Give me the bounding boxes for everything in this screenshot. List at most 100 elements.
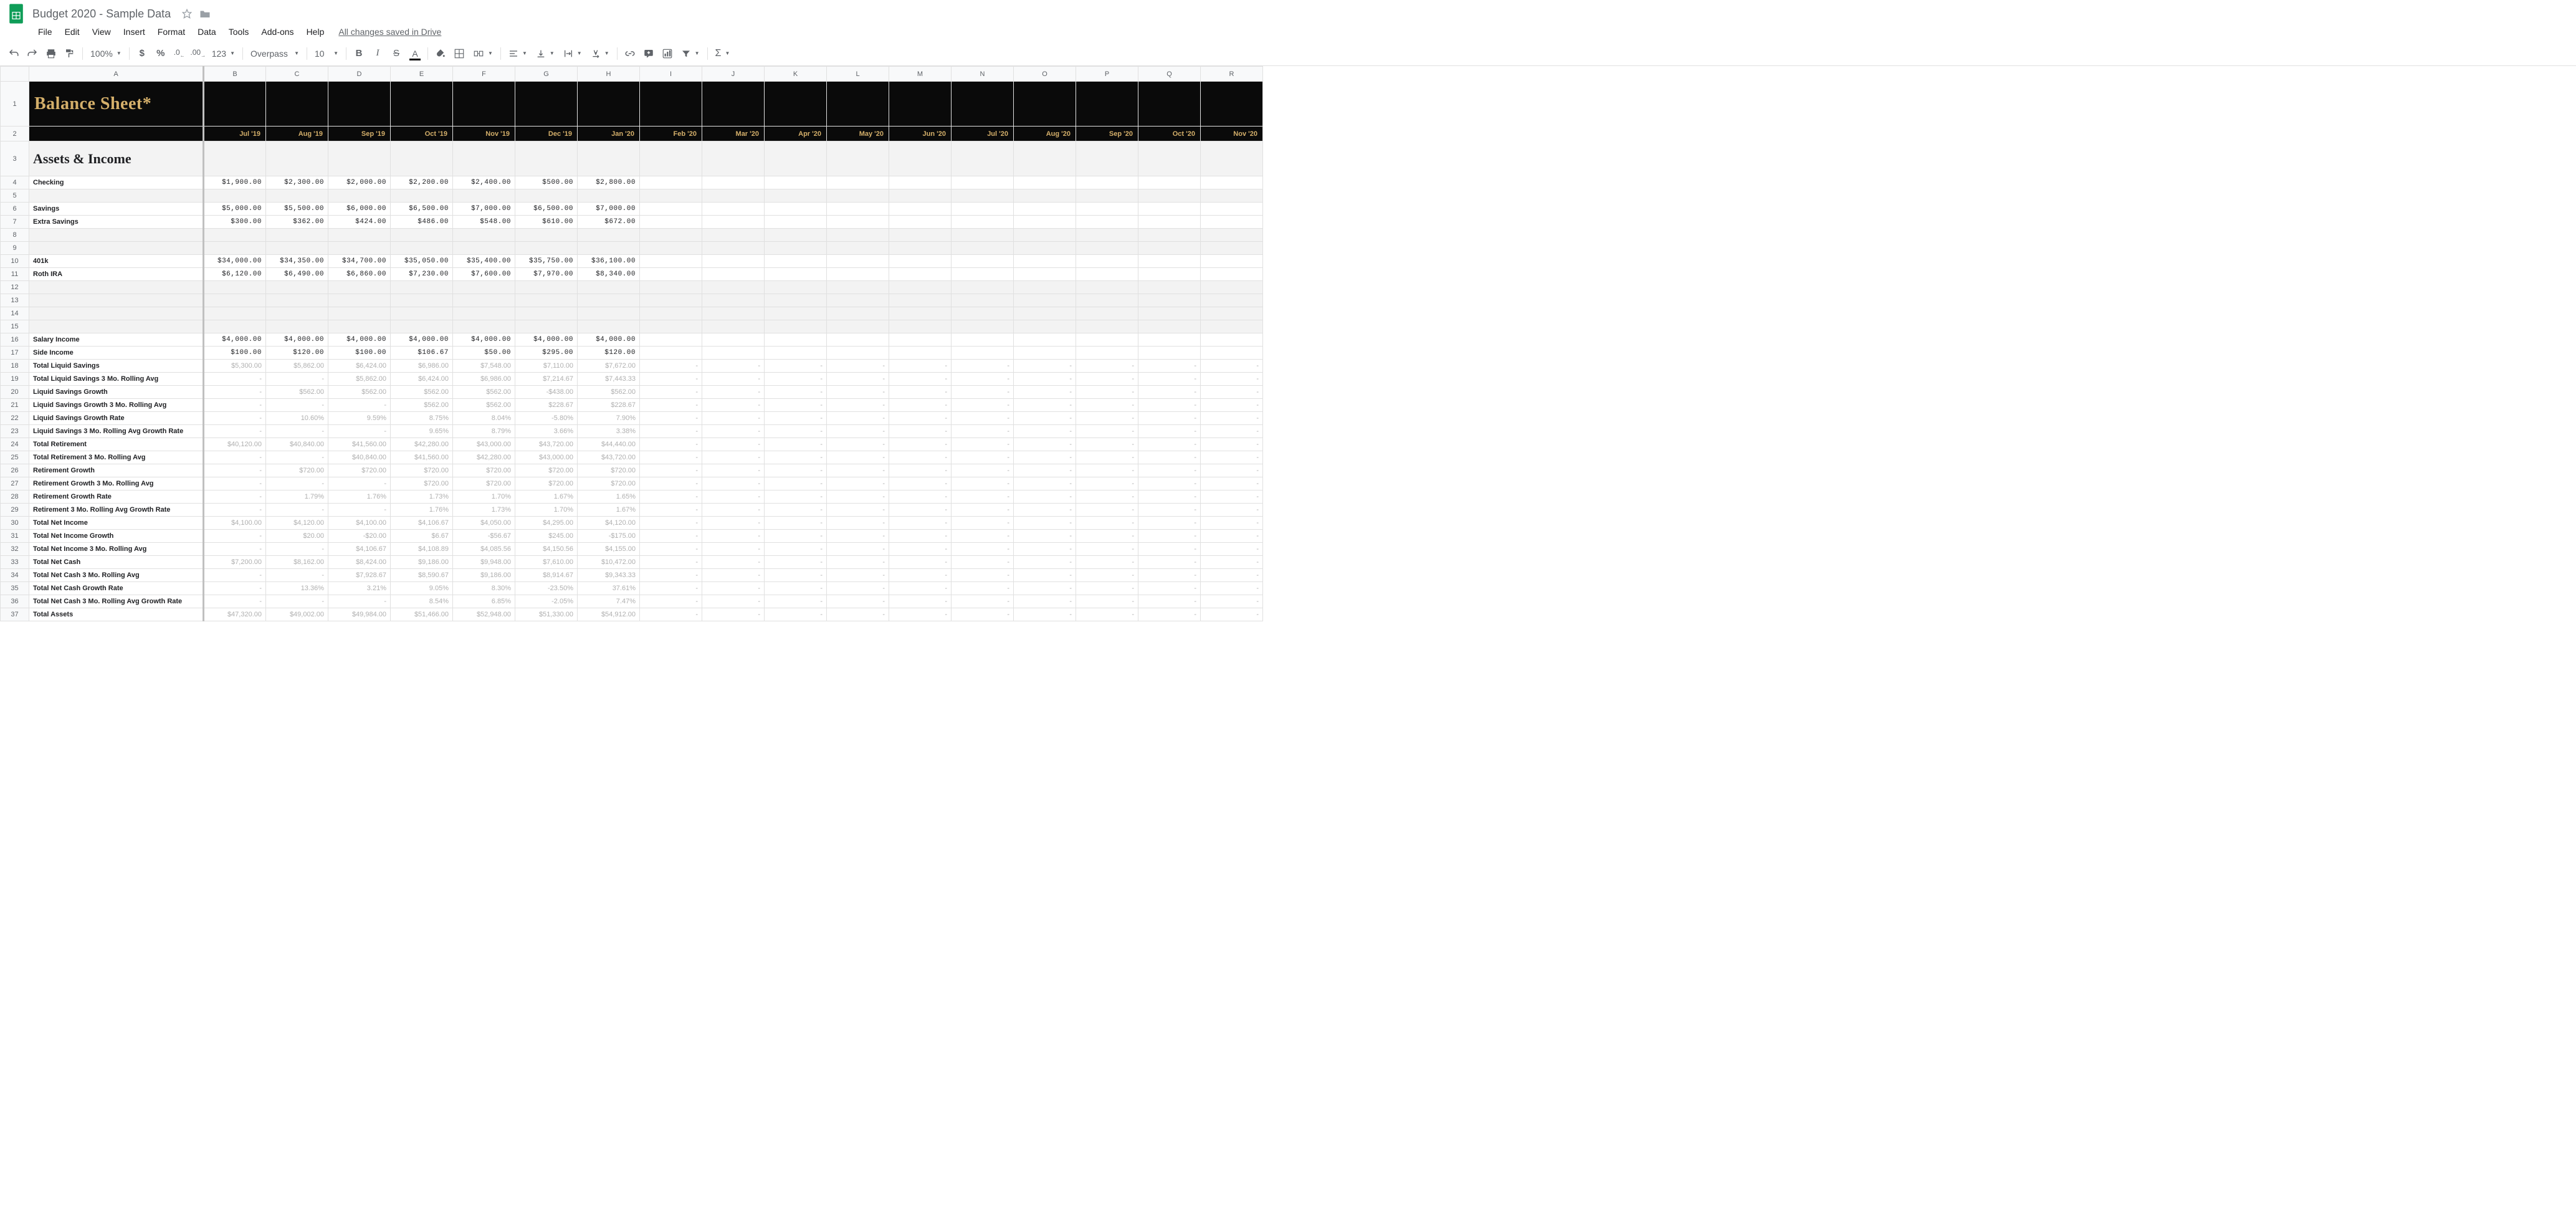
data-cell[interactable]: $5,000.00 (204, 203, 266, 216)
data-cell[interactable]: 3.38% (578, 425, 640, 438)
data-cell[interactable]: $5,862.00 (328, 373, 391, 386)
data-cell[interactable]: - (1014, 556, 1076, 569)
data-cell[interactable]: $720.00 (453, 477, 515, 490)
data-cell[interactable]: 37.61% (578, 582, 640, 595)
data-cell[interactable] (765, 176, 827, 189)
data-cell[interactable]: - (1014, 464, 1076, 477)
column-header-Q[interactable]: Q (1138, 67, 1201, 82)
data-cell[interactable]: - (1076, 582, 1138, 595)
data-cell[interactable]: 8.75% (391, 412, 453, 425)
data-cell[interactable]: - (1076, 412, 1138, 425)
data-cell[interactable]: - (1138, 595, 1201, 608)
data-cell[interactable]: $4,120.00 (266, 517, 328, 530)
data-cell[interactable]: 9.59% (328, 412, 391, 425)
column-header-O[interactable]: O (1014, 67, 1076, 82)
cell[interactable] (204, 281, 266, 294)
data-cell[interactable] (827, 333, 889, 347)
data-cell[interactable]: - (640, 386, 702, 399)
data-cell[interactable]: - (702, 399, 765, 412)
cell[interactable] (889, 189, 952, 203)
data-cell[interactable]: -$56.67 (453, 530, 515, 543)
data-cell[interactable]: - (1076, 517, 1138, 530)
data-cell[interactable]: - (952, 530, 1014, 543)
data-cell[interactable]: $42,280.00 (391, 438, 453, 451)
data-cell[interactable]: - (765, 556, 827, 569)
cell[interactable] (515, 281, 578, 294)
cell[interactable] (765, 281, 827, 294)
cell[interactable] (515, 242, 578, 255)
font-size-select[interactable]: 10▼ (311, 49, 342, 59)
data-cell[interactable]: $7,110.00 (515, 360, 578, 373)
cell[interactable] (1138, 281, 1201, 294)
document-title[interactable]: Budget 2020 - Sample Data (32, 7, 171, 21)
row-label-cell[interactable]: Total Net Income (29, 517, 204, 530)
data-cell[interactable]: - (1201, 556, 1263, 569)
data-cell[interactable]: $120.00 (266, 347, 328, 360)
data-cell[interactable] (1138, 203, 1201, 216)
data-cell[interactable]: - (1201, 530, 1263, 543)
data-cell[interactable] (889, 216, 952, 229)
data-cell[interactable]: - (204, 504, 266, 517)
data-cell[interactable]: - (640, 530, 702, 543)
data-cell[interactable]: - (1014, 412, 1076, 425)
horizontal-align-button[interactable]: ▼ (505, 49, 531, 59)
month-header-cell[interactable]: Aug '19 (266, 127, 328, 141)
data-cell[interactable]: $9,948.00 (453, 556, 515, 569)
cell[interactable] (266, 242, 328, 255)
row-label-cell[interactable]: Savings (29, 203, 204, 216)
cell[interactable] (765, 229, 827, 242)
cell[interactable] (453, 189, 515, 203)
data-cell[interactable]: - (204, 595, 266, 608)
data-cell[interactable]: $36,100.00 (578, 255, 640, 268)
row-header-33[interactable]: 33 (1, 556, 29, 569)
data-cell[interactable]: - (1014, 608, 1076, 621)
data-cell[interactable]: - (1201, 504, 1263, 517)
data-cell[interactable]: $7,928.67 (328, 569, 391, 582)
cell[interactable] (266, 307, 328, 320)
cell[interactable] (578, 307, 640, 320)
data-cell[interactable]: - (1201, 425, 1263, 438)
data-cell[interactable]: - (765, 477, 827, 490)
data-cell[interactable]: - (640, 399, 702, 412)
menu-data[interactable]: Data (192, 24, 222, 39)
data-cell[interactable]: - (1014, 569, 1076, 582)
row-header-4[interactable]: 4 (1, 176, 29, 189)
row-label-cell[interactable]: Retirement Growth 3 Mo. Rolling Avg (29, 477, 204, 490)
cell[interactable] (328, 82, 391, 127)
cell[interactable] (1076, 294, 1138, 307)
data-cell[interactable]: 1.76% (328, 490, 391, 504)
cell[interactable] (827, 320, 889, 333)
cell[interactable] (702, 242, 765, 255)
data-cell[interactable]: $562.00 (453, 399, 515, 412)
data-cell[interactable]: $228.67 (515, 399, 578, 412)
data-cell[interactable] (827, 176, 889, 189)
data-cell[interactable]: -$175.00 (578, 530, 640, 543)
data-cell[interactable] (952, 203, 1014, 216)
data-cell[interactable]: $4,106.67 (328, 543, 391, 556)
data-cell[interactable]: - (1076, 399, 1138, 412)
data-cell[interactable]: - (952, 517, 1014, 530)
data-cell[interactable]: - (827, 595, 889, 608)
data-cell[interactable]: - (1201, 360, 1263, 373)
cell[interactable] (952, 229, 1014, 242)
data-cell[interactable]: - (827, 399, 889, 412)
data-cell[interactable]: - (1201, 451, 1263, 464)
data-cell[interactable]: - (702, 412, 765, 425)
menu-help[interactable]: Help (301, 24, 330, 39)
data-cell[interactable] (640, 176, 702, 189)
row-header-27[interactable]: 27 (1, 477, 29, 490)
data-cell[interactable]: $500.00 (515, 176, 578, 189)
data-cell[interactable] (1076, 333, 1138, 347)
data-cell[interactable]: - (702, 386, 765, 399)
data-cell[interactable]: $720.00 (391, 464, 453, 477)
data-cell[interactable]: - (765, 608, 827, 621)
column-header-M[interactable]: M (889, 67, 952, 82)
column-header-C[interactable]: C (266, 67, 328, 82)
data-cell[interactable]: $562.00 (328, 386, 391, 399)
data-cell[interactable]: - (266, 504, 328, 517)
data-cell[interactable]: - (204, 399, 266, 412)
data-cell[interactable]: $34,700.00 (328, 255, 391, 268)
data-cell[interactable]: - (1076, 595, 1138, 608)
data-cell[interactable] (765, 255, 827, 268)
text-rotation-button[interactable]: ▼ (587, 49, 613, 59)
